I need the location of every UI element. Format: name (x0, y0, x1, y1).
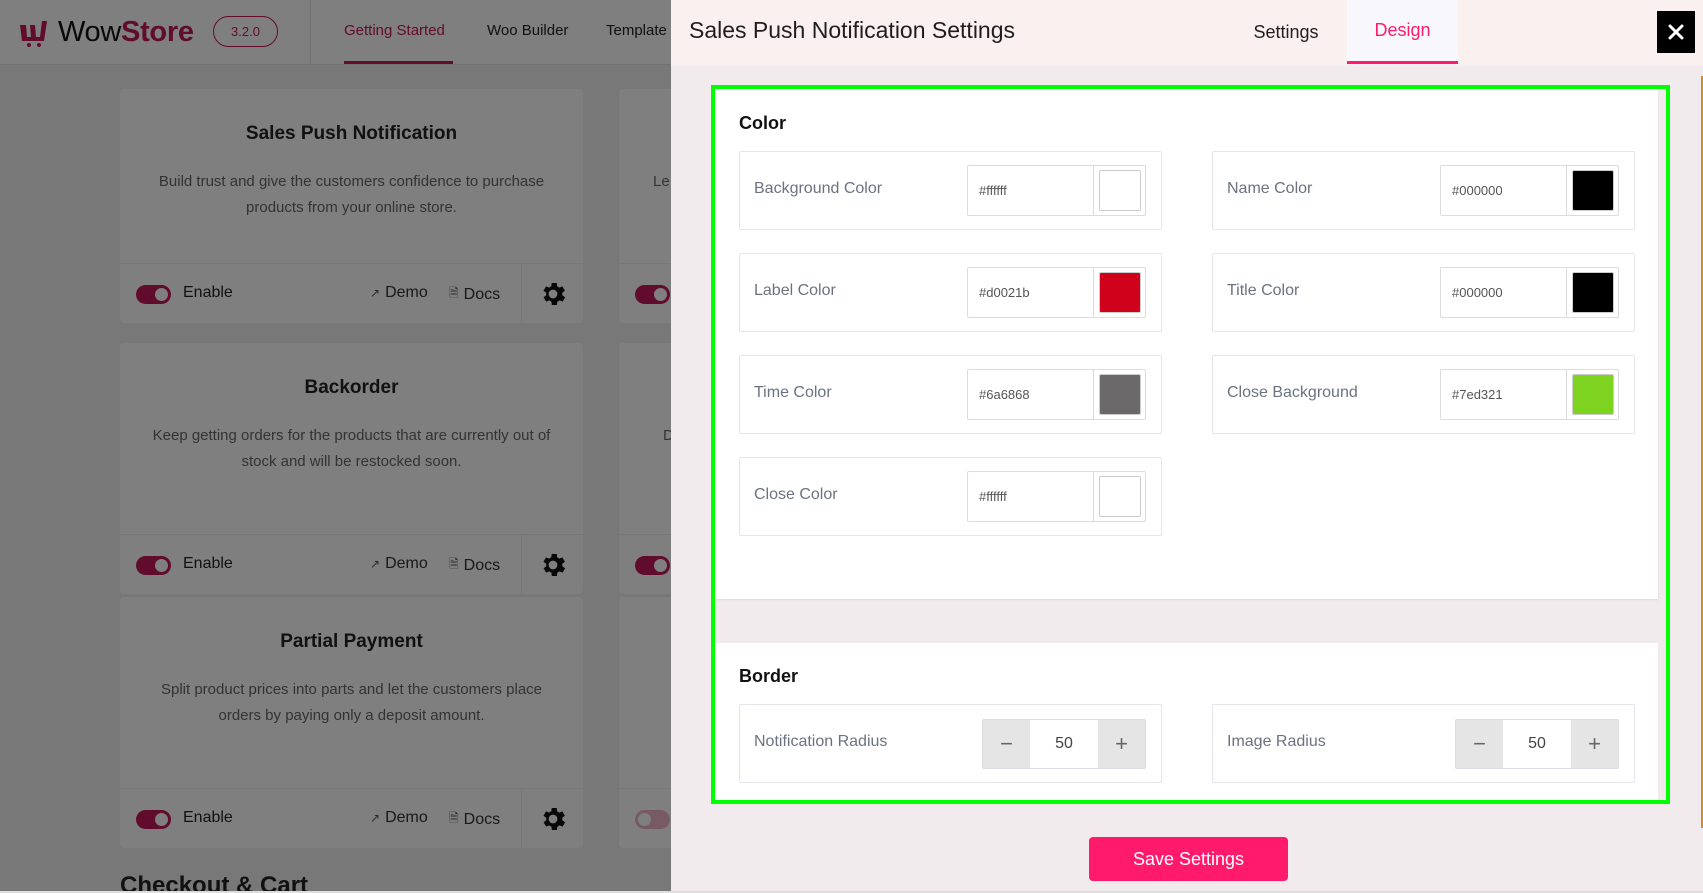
field-background-color: Background Color (739, 151, 1162, 230)
color-hex-input[interactable] (968, 370, 1093, 419)
field-time-color: Time Color (739, 355, 1162, 434)
color-hex-input[interactable] (1441, 166, 1566, 215)
color-hex-input[interactable] (1441, 268, 1566, 317)
color-swatch[interactable] (1571, 374, 1614, 415)
color-picker (967, 369, 1146, 420)
close-button[interactable] (1657, 11, 1695, 53)
field-close-color: Close Color (739, 457, 1162, 536)
tab-design[interactable]: Design (1347, 0, 1458, 64)
save-settings-button[interactable]: Save Settings (1089, 837, 1288, 881)
field-label: Background Color (754, 180, 883, 197)
panel-header: Sales Push Notification Settings Setting… (671, 0, 1703, 66)
decrement-button[interactable]: − (1456, 720, 1503, 768)
color-picker (967, 267, 1146, 318)
color-hex-input[interactable] (968, 166, 1093, 215)
color-picker (967, 471, 1146, 522)
color-swatch[interactable] (1571, 170, 1614, 211)
panel-footer: Save Settings (671, 827, 1703, 891)
plus-icon: + (1115, 731, 1128, 756)
image-radius-input[interactable] (1503, 720, 1571, 768)
section-title-border: Border (739, 666, 799, 686)
field-image-radius: Image Radius − + (1212, 704, 1635, 783)
field-name-color: Name Color (1212, 151, 1635, 230)
notification-radius-input[interactable] (1030, 720, 1098, 768)
field-label: Title Color (1227, 282, 1300, 299)
color-swatch[interactable] (1098, 374, 1141, 415)
color-swatch[interactable] (1098, 272, 1141, 313)
decrement-button[interactable]: − (983, 720, 1030, 768)
field-close-background: Close Background (1212, 355, 1635, 434)
field-label: Notification Radius (754, 733, 888, 750)
field-label: Close Background (1227, 384, 1358, 401)
color-picker (967, 165, 1146, 216)
minus-icon: − (1000, 731, 1013, 756)
plus-icon: + (1588, 731, 1601, 756)
field-title-color: Title Color (1212, 253, 1635, 332)
tab-settings[interactable]: Settings (1241, 0, 1331, 64)
color-picker (1440, 369, 1619, 420)
color-hex-input[interactable] (968, 268, 1093, 317)
field-label: Label Color (754, 282, 836, 299)
color-swatch[interactable] (1571, 272, 1614, 313)
minus-icon: − (1473, 731, 1486, 756)
border-section: Border Notification Radius − + Image Rad… (715, 643, 1658, 800)
field-label: Time Color (754, 384, 832, 401)
increment-button[interactable]: + (1571, 720, 1618, 768)
color-picker (1440, 165, 1619, 216)
close-icon (1668, 24, 1684, 40)
panel-title: Sales Push Notification Settings (689, 17, 1016, 43)
increment-button[interactable]: + (1098, 720, 1145, 768)
field-label: Image Radius (1227, 733, 1326, 750)
field-label-color: Label Color (739, 253, 1162, 332)
section-title-color: Color (739, 113, 786, 133)
color-swatch[interactable] (1098, 170, 1141, 211)
color-hex-input[interactable] (1441, 370, 1566, 419)
field-label: Name Color (1227, 180, 1313, 197)
modal-overlay[interactable] (0, 0, 671, 893)
color-section: Color Background Color Name Color Label … (715, 89, 1658, 599)
color-swatch[interactable] (1098, 476, 1141, 517)
field-notification-radius: Notification Radius − + (739, 704, 1162, 783)
color-hex-input[interactable] (968, 472, 1093, 521)
image-radius-stepper: − + (1455, 719, 1619, 769)
notification-radius-stepper: − + (982, 719, 1146, 769)
color-picker (1440, 267, 1619, 318)
field-label: Close Color (754, 486, 838, 503)
